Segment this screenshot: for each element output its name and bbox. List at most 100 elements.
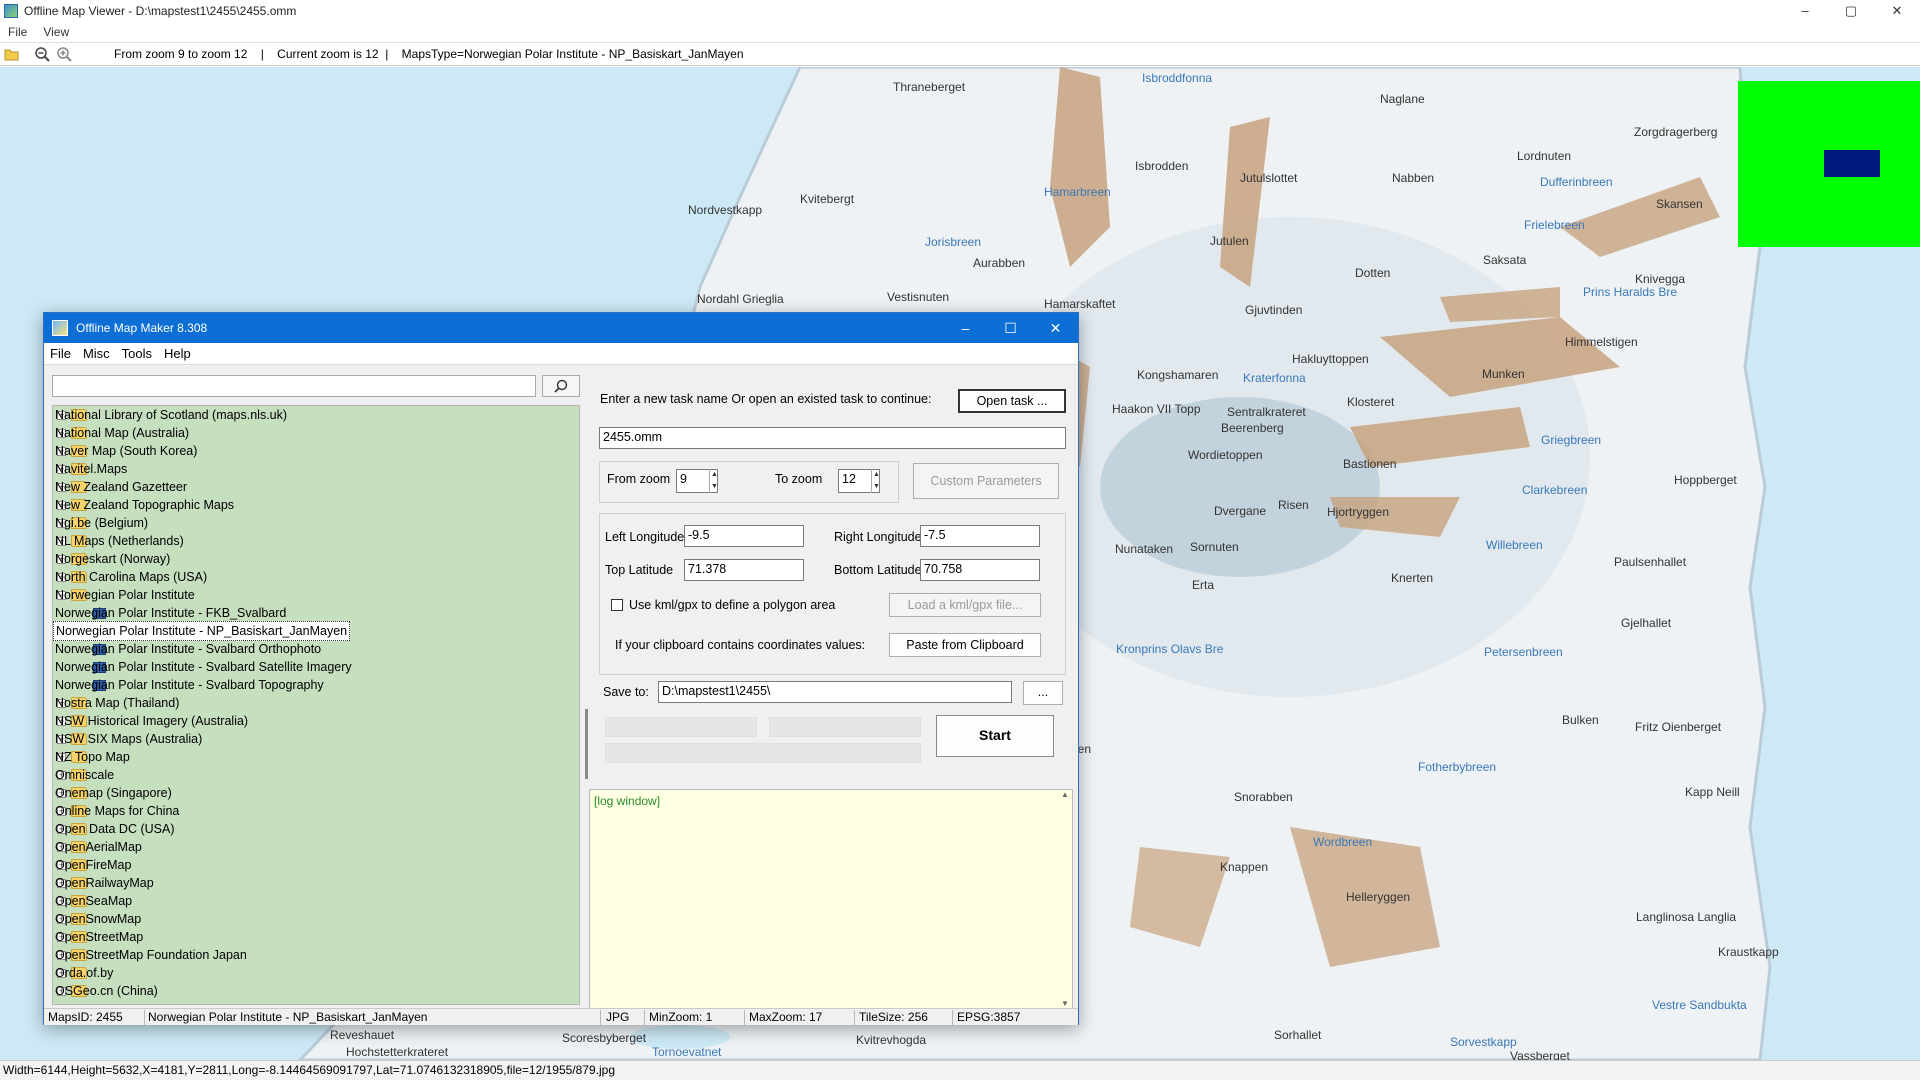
dialog-maximize-button[interactable]: ☐ xyxy=(988,313,1033,343)
status-epsg: EPSG:3857 xyxy=(957,1010,1021,1024)
zoom-info: From zoom 9 to zoom 12 | Current zoom is… xyxy=(114,47,744,61)
tree-item[interactable]: + OpenStreetMap Foundation Japan xyxy=(53,946,579,964)
maximize-button[interactable]: ▢ xyxy=(1828,0,1874,22)
tree-item[interactable]: + OpenRailwayMap xyxy=(53,874,579,892)
map-place-label: Tornoevatnet xyxy=(652,1045,722,1059)
tree-item[interactable]: + New Zealand Topographic Maps xyxy=(53,496,579,514)
custom-parameters-button[interactable]: Custom Parameters xyxy=(913,463,1059,499)
map-place-label: Isbrodden xyxy=(1135,159,1189,173)
dialog-close-button[interactable]: ✕ xyxy=(1033,313,1078,343)
overview-minimap[interactable] xyxy=(1738,81,1920,247)
tree-item[interactable]: + NL Maps (Netherlands) xyxy=(53,532,579,550)
tree-item[interactable]: + NSW Historical Imagery (Australia) xyxy=(53,712,579,730)
map-place-label: Willebreen xyxy=(1486,538,1543,552)
menu-view[interactable]: View xyxy=(35,25,77,39)
tree-item[interactable]: + OpenAerialMap xyxy=(53,838,579,856)
tree-item[interactable]: + Nostra Map (Thailand) xyxy=(53,694,579,712)
tree-item[interactable]: + OpenSeaMap xyxy=(53,892,579,910)
tree-item[interactable]: + OSGeo.cn (China) xyxy=(53,982,579,1000)
paste-clipboard-button[interactable]: Paste from Clipboard xyxy=(889,633,1041,657)
left-longitude-field[interactable]: -9.5 xyxy=(684,525,804,547)
tree-item[interactable]: + NZ Topo Map xyxy=(53,748,579,766)
map-place-label: Kniveggа xyxy=(1635,272,1686,286)
bottom-latitude-label: Bottom Latitude xyxy=(834,563,922,577)
app-icon xyxy=(4,4,18,18)
tree-item[interactable]: Norwegian Polar Institute - NP_Basiskart… xyxy=(53,621,579,641)
tree-item[interactable]: + Navitel.Maps xyxy=(53,460,579,478)
tree-item[interactable]: Norwegian Polar Institute - Svalbard Top… xyxy=(53,676,579,694)
overview-viewport[interactable] xyxy=(1824,150,1880,177)
map-place-label: Risen xyxy=(1278,498,1309,512)
map-place-label: Gjuvtinden xyxy=(1245,303,1303,317)
task-name-field[interactable]: 2455.omm xyxy=(599,427,1066,449)
open-task-button[interactable]: Open task ... xyxy=(958,389,1066,413)
tree-item[interactable]: + New Zealand Gazetteer xyxy=(53,478,579,496)
tree-item[interactable]: + Online Maps for China xyxy=(53,802,579,820)
zoom-in-icon[interactable] xyxy=(54,44,74,64)
zoom-out-icon[interactable] xyxy=(32,44,52,64)
dialog-minimize-button[interactable]: – xyxy=(943,313,988,343)
dialog-menu-file[interactable]: File xyxy=(44,346,77,361)
tree-item-label: Online Maps for China xyxy=(55,804,180,818)
to-zoom-spinner[interactable]: ▲ ▼ xyxy=(871,469,881,493)
tree-item[interactable]: + NSW SIX Maps (Australia) xyxy=(53,730,579,748)
status-max-zoom: MaxZoom: 17 xyxy=(749,1010,823,1024)
tree-item[interactable]: + Open Data DC (USA) xyxy=(53,820,579,838)
map-place-label: Vestre Sandbukta xyxy=(1652,998,1747,1012)
tree-item-label: NSW Historical Imagery (Australia) xyxy=(55,714,249,728)
map-source-tree[interactable]: + National Library of Scotland (maps.nls.… xyxy=(52,405,580,1005)
map-place-label: Kvitebergt xyxy=(800,192,855,206)
bottom-latitude-field[interactable]: 70.758 xyxy=(920,559,1040,581)
kml-checkbox[interactable] xyxy=(611,599,623,611)
map-place-label: Bastionen xyxy=(1343,457,1397,471)
tree-item-label: Nostra Map (Thailand) xyxy=(55,696,180,710)
start-button[interactable]: Start xyxy=(936,715,1054,757)
map-place-label: Bulken xyxy=(1562,713,1599,727)
load-kml-button[interactable]: Load a kml/gpx file... xyxy=(889,593,1041,617)
right-longitude-field[interactable]: -7.5 xyxy=(920,525,1040,547)
dialog-menu-misc[interactable]: Misc xyxy=(77,346,116,361)
search-button[interactable] xyxy=(542,375,580,397)
tree-item-label: Norwegian Polar Institute - Svalbard Ort… xyxy=(55,642,322,656)
tree-item[interactable]: + OpenSnowMap xyxy=(53,910,579,928)
tree-item[interactable]: − Norwegian Polar Institute xyxy=(53,586,579,604)
save-to-field[interactable]: D:\mapstest1\2455\ xyxy=(658,681,1012,703)
tree-item[interactable]: + North Carolina Maps (USA) xyxy=(53,568,579,586)
tree-item[interactable]: + National Map (Australia) xyxy=(53,424,579,442)
search-input[interactable] xyxy=(52,375,536,397)
map-place-label: Erta xyxy=(1192,578,1215,592)
map-place-label: Jutulen xyxy=(1210,234,1249,248)
top-latitude-field[interactable]: 71.378 xyxy=(684,559,804,581)
status-tile-size: TileSize: 256 xyxy=(859,1010,928,1024)
tree-item[interactable]: Norwegian Polar Institute - FKB_Svalbard xyxy=(53,604,579,622)
tree-scroll-thumb[interactable] xyxy=(585,709,588,779)
tree-item[interactable]: + Naver Map (South Korea) xyxy=(53,442,579,460)
tree-item[interactable]: + OpenStreetMap xyxy=(53,928,579,946)
tree-item[interactable]: + OpenFireMap xyxy=(53,856,579,874)
minimize-button[interactable]: – xyxy=(1782,0,1828,22)
open-folder-icon[interactable] xyxy=(2,44,22,64)
tree-item-label: Open Data DC (USA) xyxy=(55,822,175,836)
clipboard-label: If your clipboard contains coordinates v… xyxy=(615,638,866,652)
dialog-menu-tools[interactable]: Tools xyxy=(116,346,158,361)
close-button[interactable]: ✕ xyxy=(1874,0,1920,22)
tree-item-label: NL Maps (Netherlands) xyxy=(55,534,184,548)
tree-item[interactable]: + Ngi.be (Belgium) xyxy=(53,514,579,532)
dialog-titlebar[interactable]: Offline Map Maker 8.308 – ☐ ✕ xyxy=(44,313,1078,343)
map-place-label: Nabben xyxy=(1392,171,1435,185)
map-place-label: Hakluyttoppen xyxy=(1292,352,1369,366)
tree-item[interactable]: Norwegian Polar Institute - Svalbard Ort… xyxy=(53,640,579,658)
tree-item[interactable]: Norwegian Polar Institute - Svalbard Sat… xyxy=(53,658,579,676)
log-window[interactable]: [log window] ▲ ▼ xyxy=(589,789,1073,1009)
map-place-label: Snorabben xyxy=(1234,790,1293,804)
browse-button[interactable]: ... xyxy=(1023,681,1063,705)
dialog-menu-help[interactable]: Help xyxy=(158,346,197,361)
menu-file[interactable]: File xyxy=(0,25,35,39)
tree-item[interactable]: + Onemap (Singapore) xyxy=(53,784,579,802)
tree-item[interactable]: + Orda.of.by xyxy=(53,964,579,982)
tree-item[interactable]: + National Library of Scotland (maps.nls.… xyxy=(53,406,579,424)
tree-item[interactable]: + Norgeskart (Norway) xyxy=(53,550,579,568)
log-scrollbar[interactable]: ▲ ▼ xyxy=(1058,790,1072,1008)
tree-item[interactable]: + Omniscale xyxy=(53,766,579,784)
from-zoom-spinner[interactable]: ▲ ▼ xyxy=(709,469,719,493)
